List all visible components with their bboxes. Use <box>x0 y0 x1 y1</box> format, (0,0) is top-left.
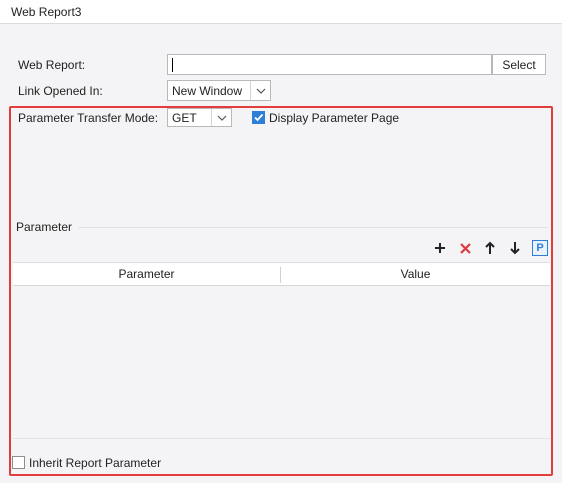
checkmark-icon <box>254 113 264 122</box>
section-divider <box>78 227 548 228</box>
parameter-section-title: Parameter <box>16 220 73 234</box>
parameter-glyph: P <box>532 240 548 256</box>
text-caret <box>172 58 173 72</box>
link-opened-label: Link Opened In: <box>18 84 103 98</box>
web-report-input[interactable] <box>167 54 492 75</box>
arrow-up-icon[interactable] <box>481 239 499 257</box>
display-parameter-page-checkbox[interactable] <box>252 111 265 124</box>
web-report-field[interactable] <box>168 55 491 74</box>
web-report-label: Web Report: <box>18 58 86 72</box>
inherit-report-parameter-checkbox[interactable] <box>12 456 25 469</box>
link-opened-value: New Window <box>172 83 243 98</box>
table-bottom-divider <box>13 438 550 439</box>
window-title: Web Report3 <box>11 5 82 19</box>
transfer-mode-select[interactable]: GET <box>167 108 232 127</box>
transfer-mode-value: GET <box>172 110 197 125</box>
select-button[interactable]: Select <box>492 54 546 75</box>
transfer-mode-label: Parameter Transfer Mode: <box>18 111 159 125</box>
column-header-parameter[interactable]: Parameter <box>13 263 280 286</box>
column-header-value[interactable]: Value <box>281 263 550 286</box>
parameter-table: Parameter Value <box>13 262 550 438</box>
inherit-report-parameter-label: Inherit Report Parameter <box>29 456 162 470</box>
close-icon[interactable] <box>456 239 474 257</box>
window-titlebar: Web Report3 <box>0 0 562 24</box>
chevron-down-icon[interactable] <box>250 81 270 100</box>
display-parameter-page-label: Display Parameter Page <box>269 111 400 125</box>
table-header: Parameter Value <box>13 263 550 286</box>
link-opened-select[interactable]: New Window <box>167 80 271 101</box>
chevron-down-icon[interactable] <box>211 109 231 126</box>
plus-icon[interactable] <box>431 239 449 257</box>
parameter-icon[interactable]: P <box>531 239 549 257</box>
arrow-down-icon[interactable] <box>506 239 524 257</box>
